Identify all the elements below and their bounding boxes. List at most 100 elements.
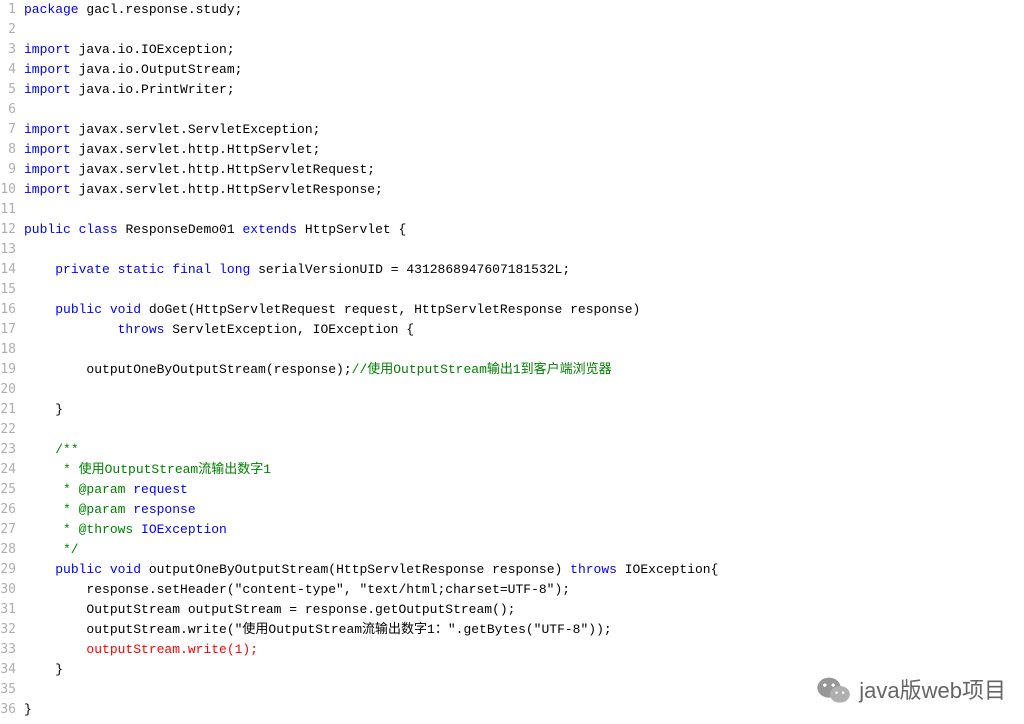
line-number: 18 (0, 340, 16, 360)
code-line: outputStream.write(1); (24, 640, 1024, 660)
code-token: IOException (141, 522, 227, 537)
line-number: 35 (0, 680, 16, 700)
line-number: 11 (0, 200, 16, 220)
line-number: 2 (0, 20, 16, 40)
code-line: public void outputOneByOutputStream(Http… (24, 560, 1024, 580)
code-line (24, 420, 1024, 440)
code-line (24, 240, 1024, 260)
code-line (24, 20, 1024, 40)
code-line: * 使用OutputStream流输出数字1 (24, 460, 1024, 480)
code-token: doGet(HttpServletRequest request, HttpSe… (141, 302, 640, 317)
code-content: package gacl.response.study; import java… (24, 0, 1024, 720)
code-token: private (55, 262, 110, 277)
code-line: import java.io.PrintWriter; (24, 80, 1024, 100)
code-line: import javax.servlet.http.HttpServlet; (24, 140, 1024, 160)
code-token (24, 262, 55, 277)
line-number: 13 (0, 240, 16, 260)
watermark-text: java版web项目 (859, 681, 1006, 701)
code-token: */ (24, 542, 79, 557)
line-number: 4 (0, 60, 16, 80)
code-line: package gacl.response.study; (24, 0, 1024, 20)
code-token: java.io.IOException; (71, 42, 235, 57)
line-number: 1 (0, 0, 16, 20)
code-token: throws (570, 562, 617, 577)
code-token: //使用OutputStream输出1到客户端浏览器 (352, 362, 612, 377)
line-number: 15 (0, 280, 16, 300)
wechat-icon (817, 676, 851, 706)
line-number-gutter: 1234567891011121314151617181920212223242… (0, 0, 24, 720)
code-token: public (24, 222, 71, 237)
code-line: import javax.servlet.http.HttpServletRes… (24, 180, 1024, 200)
line-number: 14 (0, 260, 16, 280)
code-token: java.io.OutputStream; (71, 62, 243, 77)
line-number: 23 (0, 440, 16, 460)
code-token: final (172, 262, 211, 277)
code-line (24, 380, 1024, 400)
line-number: 21 (0, 400, 16, 420)
code-token: import (24, 162, 71, 177)
code-line: throws ServletException, IOException { (24, 320, 1024, 340)
line-number: 7 (0, 120, 16, 140)
code-token: IOException{ (617, 562, 718, 577)
code-token: } (24, 702, 32, 717)
code-token: throws (118, 322, 165, 337)
code-token: serialVersionUID = 4312868947607181532L; (250, 262, 570, 277)
code-line: public class ResponseDemo01 extends Http… (24, 220, 1024, 240)
code-token: gacl.response.study; (79, 2, 243, 17)
code-token: } (24, 662, 63, 677)
code-line: * @param request (24, 480, 1024, 500)
code-token: outputStream.write(1); (24, 642, 258, 657)
code-line: import javax.servlet.ServletException; (24, 120, 1024, 140)
code-token: public (55, 302, 102, 317)
code-token: import (24, 122, 71, 137)
code-line: response.setHeader("content-type", "text… (24, 580, 1024, 600)
code-token: HttpServlet { (297, 222, 406, 237)
code-token (24, 442, 55, 457)
code-line: * @throws IOException (24, 520, 1024, 540)
line-number: 30 (0, 580, 16, 600)
code-token: javax.servlet.http.HttpServletResponse; (71, 182, 383, 197)
line-number: 12 (0, 220, 16, 240)
code-token: * @param (24, 502, 133, 517)
code-token: outputStream.write("使用OutputStream流输出数字1… (24, 622, 612, 637)
code-token: /** (55, 442, 78, 457)
code-line: import javax.servlet.http.HttpServletReq… (24, 160, 1024, 180)
code-line: import java.io.OutputStream; (24, 60, 1024, 80)
line-number: 26 (0, 500, 16, 520)
code-token: ServletException, IOException { (164, 322, 414, 337)
code-token: package (24, 2, 79, 17)
code-token: import (24, 142, 71, 157)
code-token: import (24, 62, 71, 77)
code-token: OutputStream outputStream = response.get… (24, 602, 515, 617)
code-token: outputOneByOutputStream(HttpServletRespo… (141, 562, 570, 577)
line-number: 27 (0, 520, 16, 540)
code-token: void (110, 562, 141, 577)
code-token: static (118, 262, 165, 277)
code-token (102, 562, 110, 577)
line-number: 24 (0, 460, 16, 480)
code-line (24, 200, 1024, 220)
line-number: 28 (0, 540, 16, 560)
line-number: 10 (0, 180, 16, 200)
code-token: * @param (24, 482, 133, 497)
line-number: 22 (0, 420, 16, 440)
line-number: 8 (0, 140, 16, 160)
code-line (24, 100, 1024, 120)
code-token: import (24, 82, 71, 97)
code-line (24, 340, 1024, 360)
code-token (24, 302, 55, 317)
code-line: */ (24, 540, 1024, 560)
line-number: 20 (0, 380, 16, 400)
code-token: void (110, 302, 141, 317)
code-token (24, 562, 55, 577)
watermark: java版web项目 (817, 676, 1006, 706)
code-line: outputOneByOutputStream(response);//使用Ou… (24, 360, 1024, 380)
line-number: 5 (0, 80, 16, 100)
code-line (24, 280, 1024, 300)
code-token: import (24, 42, 71, 57)
code-token: import (24, 182, 71, 197)
code-token: request (133, 482, 188, 497)
code-token: } (24, 402, 63, 417)
code-token (24, 322, 118, 337)
line-number: 19 (0, 360, 16, 380)
